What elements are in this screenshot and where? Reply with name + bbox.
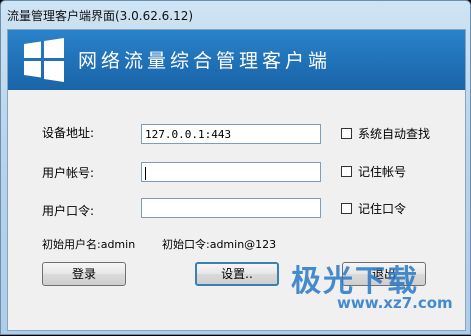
auto-search-checkbox[interactable]: [341, 128, 352, 139]
initial-password-info: 初始口令:admin@123: [162, 238, 277, 251]
app-window: 流量管理客户端界面(3.0.62.6.12) 网络流量综合管理客户端 设备地址:…: [0, 0, 471, 335]
watermark: 极光下载 www.xz7.com: [281, 256, 471, 336]
banner: 网络流量综合管理客户端: [8, 30, 465, 90]
password-label: 用户口令:: [42, 204, 95, 218]
text-cursor: [145, 166, 146, 180]
username-field[interactable]: [141, 162, 321, 182]
window-title: 流量管理客户端界面(3.0.62.6.12): [7, 9, 194, 23]
device-address-label: 设备地址:: [42, 126, 95, 140]
remember-password-checkbox[interactable]: [341, 203, 352, 214]
password-field[interactable]: [141, 198, 321, 218]
initial-username-info: 初始用户名:admin: [42, 238, 136, 251]
remember-account-checkbox[interactable]: [341, 166, 352, 177]
auto-search-label[interactable]: 系统自动查找: [358, 125, 430, 142]
windows-logo-icon: [24, 38, 64, 82]
remember-password-label[interactable]: 记住口令: [358, 200, 406, 217]
remember-account-label[interactable]: 记住帐号: [358, 163, 406, 180]
device-address-field[interactable]: 127.0.0.1:443: [141, 124, 321, 144]
watermark-url: www.xz7.com: [337, 294, 453, 312]
login-button[interactable]: 登录: [42, 262, 126, 286]
settings-button[interactable]: 设置..: [195, 262, 279, 286]
banner-title: 网络流量综合管理客户端: [78, 50, 332, 72]
username-label: 用户帐号:: [42, 166, 95, 180]
device-address-value: 127.0.0.1:443: [145, 128, 232, 141]
title-bar[interactable]: 流量管理客户端界面(3.0.62.6.12): [1, 1, 470, 29]
